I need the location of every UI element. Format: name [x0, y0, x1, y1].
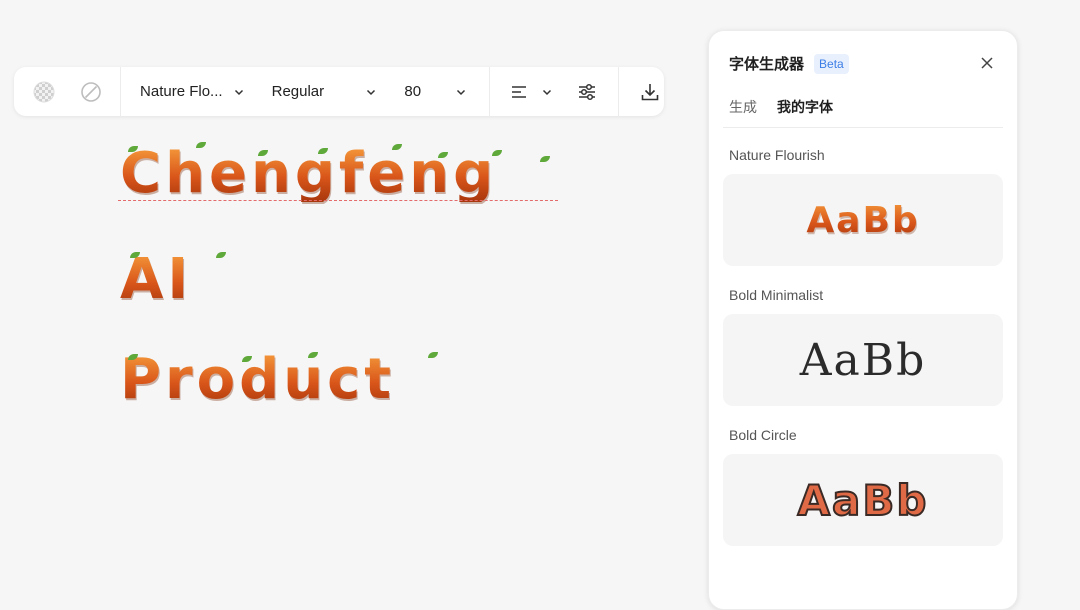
close-button[interactable] [979, 55, 995, 71]
font-size-select[interactable]: 80 [404, 67, 467, 116]
chevron-down-icon [365, 86, 377, 98]
tabs-divider [723, 127, 1003, 128]
close-icon [981, 57, 993, 69]
panel-title: 字体生成器 [729, 56, 805, 73]
align-left-icon [512, 85, 527, 98]
canvas-text-line[interactable]: Product [120, 352, 395, 408]
chevron-down-icon [233, 86, 245, 98]
no-fill-icon [80, 81, 101, 102]
panel-tabs: 生成 我的字体 [729, 97, 833, 117]
text-selection-underline [118, 200, 558, 201]
font-weight-select[interactable]: Regular [272, 67, 378, 116]
font-family-select[interactable]: Nature Flo... [140, 67, 256, 116]
leaf-icon [216, 252, 226, 258]
transparency-icon [33, 81, 54, 102]
panel-header: 字体生成器 Beta [729, 53, 849, 74]
font-sample: AaBb [806, 199, 920, 241]
font-card-bold-circle[interactable]: AaBb [723, 454, 1003, 546]
font-card-bold-minimalist[interactable]: AaBb [723, 314, 1003, 406]
transparency-button[interactable] [30, 78, 58, 106]
leaf-icon [428, 352, 438, 358]
font-name-label: Bold Circle [729, 427, 797, 443]
toolbar-divider [489, 67, 491, 116]
align-select[interactable] [510, 67, 553, 116]
font-size-value: 80 [404, 83, 422, 100]
no-fill-button[interactable] [77, 78, 105, 106]
font-generator-panel: 字体生成器 Beta 生成 我的字体 Nature Flourish AaBb … [708, 30, 1018, 610]
font-name-label: Nature Flourish [729, 147, 825, 163]
toolbar-divider [120, 67, 122, 116]
canvas-text-line[interactable]: AI [120, 252, 192, 308]
download-button[interactable] [637, 78, 664, 106]
font-name-label: Bold Minimalist [729, 287, 824, 303]
fill-group [14, 67, 120, 116]
toolbar-divider [617, 67, 619, 116]
text-toolbar: Nature Flo... Regular 80 [14, 67, 664, 116]
chevron-down-icon [455, 86, 467, 98]
font-sample: AaBb [799, 334, 927, 386]
font-sample: AaBb [797, 475, 929, 526]
tab-my-fonts[interactable]: 我的字体 [777, 97, 833, 117]
leaf-icon [492, 150, 502, 156]
leaf-icon [540, 156, 550, 162]
font-card-nature-flourish[interactable]: AaBb [723, 174, 1003, 266]
chevron-down-icon [541, 86, 553, 98]
tab-generate[interactable]: 生成 [729, 97, 757, 117]
text-settings-button[interactable] [573, 78, 600, 106]
font-weight-value: Regular [271, 83, 325, 100]
download-icon [641, 83, 659, 100]
beta-badge: Beta [814, 53, 849, 74]
sliders-icon [578, 83, 595, 100]
font-family-value: Nature Flo... [140, 83, 223, 100]
